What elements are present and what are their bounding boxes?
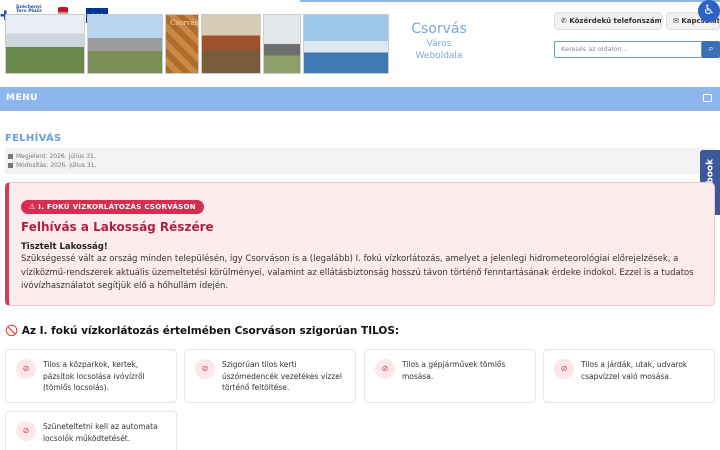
phone-numbers-label: Közérdekű telefonszámok	[569, 17, 662, 25]
alert-heading: Felhívás a Lakosság Részére	[21, 220, 214, 234]
restrictions-heading: 🚫 Az I. fokú vízkorlátozás értelmében Cs…	[5, 325, 400, 337]
header-photo-banner: Csorvás	[5, 14, 390, 74]
search-icon: ⌕	[708, 44, 714, 54]
calendar-icon	[8, 162, 13, 168]
restriction-text: Szüneteltetni kell az automata locsolók …	[43, 422, 158, 443]
banner-photo-street	[87, 14, 163, 74]
screen-icon[interactable]	[703, 94, 712, 102]
banner-photo-carving: Csorvás	[165, 14, 199, 74]
restriction-card: ⊘ Szüneteltetni kell az automata locsoló…	[5, 411, 177, 450]
site-subtitle-2: Weboldala	[415, 51, 463, 61]
page-title: FELHÍVÁS	[5, 133, 62, 144]
alert-badge: ⚠ I. FOKÚ VÍZKORLÁTOZÁS CSORVÁSON	[21, 200, 204, 214]
restriction-card: ⊘ Tilos a közparkok, kertek, pázsitok lo…	[5, 349, 177, 403]
banner-photo-house	[201, 14, 261, 74]
accessibility-icon: ♿	[703, 3, 715, 18]
banner-carving-text: Csorvás	[170, 19, 199, 27]
calendar-icon	[8, 153, 13, 159]
restriction-text: Tilos a járdák, utak, udvarok csapvízzel…	[581, 360, 688, 381]
alert-body: Szükségessé vált az ország minden telepü…	[21, 254, 694, 291]
forbidden-icon: ⊘	[16, 421, 36, 441]
restriction-text: Tilos a közparkok, kertek, pázsitok locs…	[43, 360, 145, 392]
search-button[interactable]: ⌕	[702, 41, 720, 58]
forbidden-icon: ⊘	[375, 359, 395, 379]
restriction-card: ⊘ Szigorúan tilos kerti úszómedencék vez…	[184, 349, 356, 403]
menu-label: MENU	[6, 93, 38, 103]
banner-photo-dancers	[303, 14, 389, 74]
top-accent-line	[300, 0, 720, 2]
alert-box: ⚠ I. FOKÚ VÍZKORLÁTOZÁS CSORVÁSON Felhív…	[5, 182, 715, 306]
modified-date: Módosítás: 2026. július 31.	[16, 162, 97, 169]
alert-greeting: Tisztelt Lakosság!	[21, 242, 108, 252]
restriction-card: ⊘ Tilos a járdák, utak, udvarok csapvízz…	[543, 349, 715, 403]
forbidden-icon: ⊘	[554, 359, 574, 379]
site-name[interactable]: Csorvás Város Weboldala	[398, 20, 480, 62]
search-input[interactable]: Keresés az oldalon...	[554, 41, 702, 58]
site-title: Csorvás	[411, 21, 467, 37]
page: ✚ Széchenyi Terv PluszNemzeti Fejlesztés…	[0, 0, 720, 450]
phone-numbers-button[interactable]: ✆ Közérdekű telefonszámok	[554, 12, 662, 30]
accessibility-button[interactable]: ♿	[698, 0, 720, 22]
restriction-text: Szigorúan tilos kerti úszómedencék vezet…	[222, 360, 342, 392]
banner-photo-building	[5, 14, 85, 74]
main-menu-bar[interactable]: MENU	[0, 87, 720, 111]
published-date: Megjelent: 2026. július 31.	[16, 153, 96, 160]
forbidden-icon: ⊘	[195, 359, 215, 379]
forbidden-icon: ⊘	[16, 359, 36, 379]
site-subtitle-1: Város	[426, 39, 452, 49]
restriction-card: ⊘ Tilos a gépjárművek tömlős mosása.	[364, 349, 536, 403]
restriction-text: Tilos a gépjárművek tömlős mosása.	[402, 360, 506, 381]
site-header: ✚ Széchenyi Terv PluszNemzeti Fejlesztés…	[0, 0, 720, 86]
article-meta: Megjelent: 2026. július 31. Módosítás: 2…	[5, 148, 715, 174]
banner-photo-statue	[263, 14, 301, 74]
